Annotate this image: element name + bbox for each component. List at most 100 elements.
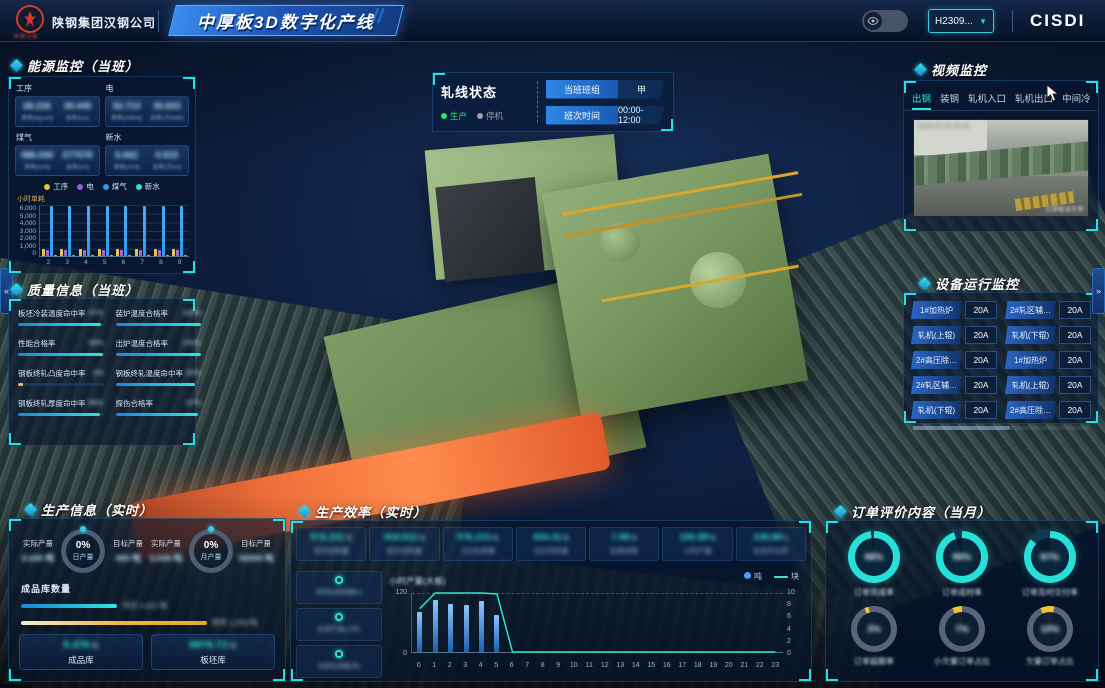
video-feed[interactable]: 2023-09-13 10:42 出钢辊道东侧: [913, 119, 1089, 217]
bar-group: [42, 205, 57, 256]
quality-item: 板坯冷装温度命中率97%: [18, 308, 104, 326]
status-pill: 当班班组甲: [546, 80, 665, 99]
equipment-value: 20A: [1059, 351, 1091, 369]
hour-tick: 10: [566, 662, 582, 669]
energy-group-card: 486.040单耗(m³/t)277578总耗(m³): [15, 145, 100, 176]
stock-box-unit: 吨: [229, 643, 236, 650]
equipment-panel-title: 设备运行监控: [920, 274, 1019, 293]
legend-item: 工序: [44, 181, 68, 192]
equipment-name: 2#轧区辅…: [1005, 301, 1056, 319]
video-camera-label: 出钢辊道东侧: [1045, 203, 1084, 213]
legend-dot-icon: [77, 184, 83, 190]
energy-unit: 总耗(tce): [57, 113, 97, 122]
order-donut-label: 订单及时交付率: [1022, 587, 1078, 598]
hourly-legend-label: 吨: [754, 572, 762, 581]
legend-label: 新水: [145, 181, 160, 192]
status-pill-value: 00:00-12:00: [618, 106, 665, 125]
cisdi-logo: CISDI: [1030, 11, 1085, 31]
production-panel-title: 生产信息（实时）: [26, 500, 153, 519]
energy-value-cell: 486.040单耗(m³/t): [17, 150, 57, 171]
energy-group-label: 电: [106, 83, 190, 94]
left-tick: 120: [387, 589, 407, 596]
rolling-status-title: 轧线状态: [441, 82, 529, 101]
hour-tick: 3: [458, 662, 474, 669]
hour-tick: 15: [644, 662, 660, 669]
equipment-grid: 1#加热炉20A2#轧区辅…20A轧机(上辊)20A轧机(下辊)20A2#高压除…: [911, 301, 1091, 419]
ring-icon: [335, 650, 343, 658]
energy-group-label: 新水: [106, 132, 190, 143]
y-tick-label: 3,000: [15, 228, 36, 235]
hourly-chart-right-axis: 1086420: [787, 589, 801, 657]
right-collapse-tab[interactable]: »: [1092, 268, 1105, 314]
video-tab-2[interactable]: 轧机入口: [968, 91, 1006, 110]
right-tick: 6: [787, 613, 801, 620]
quality-label: 钢板终轧厚度命中率: [18, 398, 86, 409]
stock-bar: [21, 621, 207, 625]
video-panel: 出钢装钢轧机入口轧机出口中间冷电动辊 2023-09-13 10:42 出钢辊道…: [903, 80, 1099, 232]
order-donut-cell: 3%订单超期率: [851, 606, 897, 667]
energy-unit: 单耗(kWh/t): [107, 113, 147, 122]
kpi-card: 576.231吨当日轧制量: [443, 527, 513, 561]
equipment-value: 20A: [1059, 326, 1091, 344]
video-tab-4[interactable]: 中间冷: [1062, 91, 1091, 110]
energy-groups: 工序68.226单耗(kgce/t)39.449总耗(tce)电52.713单耗…: [15, 82, 189, 176]
equipment-scrollbar[interactable]: [913, 426, 1089, 430]
hour-tick: 9: [551, 662, 567, 669]
video-tab-0[interactable]: 出钢: [912, 91, 931, 110]
hour-tick: 4: [473, 662, 489, 669]
gauge-dot-icon: [80, 526, 86, 532]
equipment-item: 轧机(下辊)20A: [1005, 326, 1091, 344]
rolling-status-divider: [537, 81, 538, 123]
orders-panel-title: 订单评价内容（当月）: [836, 502, 991, 521]
production-panel: 实际产量0.045 吨0%日产量目标产量900 吨实际产量0.045 吨0%月产…: [8, 518, 286, 682]
hour-tick: 0: [411, 662, 427, 669]
quality-progress-fill: [18, 323, 101, 326]
equipment-value: 20A: [1059, 376, 1091, 394]
kpi-unit: %: [783, 535, 789, 542]
quality-label: 出炉温度合格率: [116, 338, 169, 349]
video-tab-1[interactable]: 装钢: [940, 91, 959, 110]
kpi-unit: 吨: [419, 535, 426, 542]
energy-group-card: 68.226单耗(kgce/t)39.449总耗(tce): [15, 96, 100, 127]
energy-unit: 单耗(kgce/t): [17, 113, 57, 122]
plan-selector-dropdown[interactable]: H2309... ▼: [928, 9, 994, 33]
stock-box: 0.476吨成品库: [19, 634, 143, 670]
equipment-name: 1#加热炉: [911, 301, 962, 319]
order-donut-percent: 87%: [1040, 552, 1059, 563]
energy-value: 0.915: [147, 150, 187, 160]
kpi-value: 434.611吨: [371, 532, 437, 543]
video-timestamp: 2023-09-13 10:42: [918, 123, 969, 130]
equipment-name: 2#轧区辅…: [911, 376, 962, 394]
order-donut-label: 订单超期率: [854, 656, 894, 667]
visibility-toggle[interactable]: [862, 10, 908, 32]
kpi-unit: 吨: [709, 535, 716, 542]
quality-item-top: 钢板终轧厚度命中率96%: [18, 398, 104, 409]
gauge-percent: 0%: [76, 540, 90, 551]
order-donut-label: 欠量订单占比: [1026, 656, 1074, 667]
quality-progress-fill: [116, 353, 202, 356]
quality-progress-track: [18, 413, 104, 416]
quality-label: 板坯冷装温度命中率: [18, 308, 86, 319]
quality-percent: 100%: [182, 308, 201, 319]
energy-group-card: 6.662单耗(m³/t)0.915总耗(万m³): [105, 145, 190, 176]
y-tick-label: 1,000: [15, 243, 36, 250]
legend-label: 煤气: [112, 181, 127, 192]
left-tick: 0: [387, 650, 407, 657]
status-pill-key: 班次时间: [546, 106, 618, 125]
efficiency-panel: 576.231吨班次轧制量434.611吨班次坯料量576.231吨当日轧制量4…: [290, 520, 812, 682]
efficiency-panel-title-text: 生产效率（实时）: [315, 502, 427, 521]
dashboard-title-plate: 中厚板3D数字化产线: [168, 5, 403, 36]
stock-bar-label: 今日 1,011 吨: [122, 600, 167, 611]
kpi-label: 小时产量: [664, 546, 730, 556]
target-output: 目标产量900 吨: [109, 538, 147, 564]
production-gauge-group: 实际产量0.045 吨0%月产量目标产量50000 吨: [147, 529, 275, 573]
x-tick-label: 7: [140, 259, 144, 266]
equipment-item: 1#加热炉20A: [1005, 351, 1091, 369]
scrollbar-thumb[interactable]: [913, 426, 1010, 430]
x-tick-label: 9: [178, 259, 182, 266]
hour-tick: 22: [752, 662, 768, 669]
status-dot-icon: [477, 113, 483, 119]
x-tick-label: 3: [65, 259, 69, 266]
eye-icon: [864, 12, 882, 30]
status-legend-item: 生产: [441, 110, 467, 122]
